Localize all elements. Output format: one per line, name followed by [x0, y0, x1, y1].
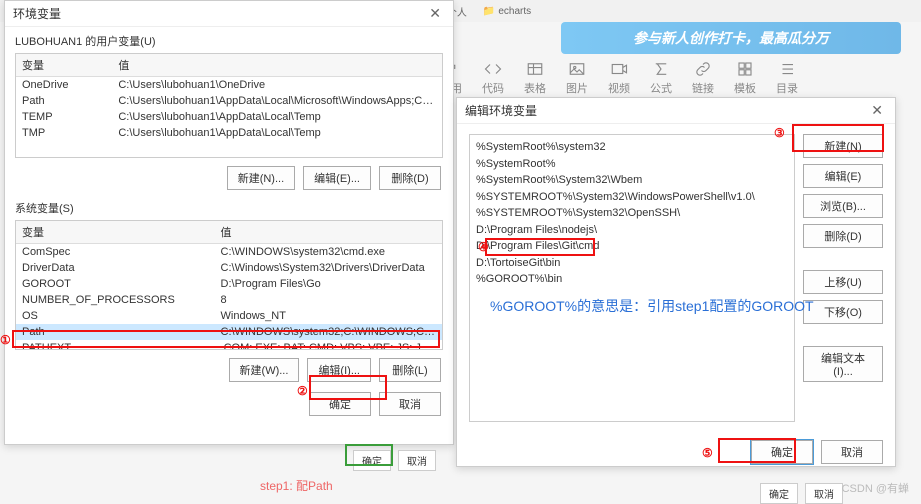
table-row[interactable]: TMPC:\Users\lubohuan1\AppData\Local\Temp — [16, 125, 442, 141]
table-row[interactable]: PATHEXT.COM;.EXE;.BAT;.CMD;.VBS;.VBE;.JS… — [16, 340, 442, 350]
list-icon[interactable]: 目录 — [776, 60, 798, 96]
environment-variables-dialog: 环境变量 ✕ LUBOHUAN1 的用户变量(U) 变量值 OneDriveC:… — [4, 0, 454, 445]
bg-cancel-button[interactable]: 取消 — [805, 483, 843, 504]
edit-button[interactable]: 编辑(E) — [803, 164, 883, 188]
promo-banner: 参与新人创作打卡，最高瓜分万 — [561, 22, 901, 54]
move-down-button[interactable]: 下移(O) — [803, 300, 883, 324]
bg-cancel-button[interactable]: 取消 — [398, 450, 436, 471]
list-item[interactable]: %SystemRoot%\system32 — [476, 139, 788, 156]
edit-text-button[interactable]: 编辑文本(I)... — [803, 346, 883, 382]
cancel-button[interactable]: 取消 — [821, 440, 883, 464]
system-vars-table[interactable]: 变量值 ComSpecC:\WINDOWS\system32\cmd.exeDr… — [15, 220, 443, 350]
edit-environment-variable-dialog: 编辑环境变量 ✕ %SystemRoot%\system32%SystemRoo… — [456, 97, 896, 467]
ok-button[interactable]: 确定 — [751, 440, 813, 464]
list-item[interactable]: D:\Program Files\Git\cmd — [476, 238, 788, 255]
bg-ok-button[interactable]: 确定 — [353, 450, 391, 471]
browse-button[interactable]: 浏览(B)... — [803, 194, 883, 218]
list-item[interactable]: %SystemRoot%\System32\Wbem — [476, 172, 788, 189]
delete-button[interactable]: 删除(D) — [803, 224, 883, 248]
table-icon[interactable]: 表格 — [524, 60, 546, 96]
table-row[interactable]: DriverDataC:\Windows\System32\Drivers\Dr… — [16, 260, 442, 276]
template-icon[interactable]: 模板 — [734, 60, 756, 96]
move-up-button[interactable]: 上移(U) — [803, 270, 883, 294]
table-row[interactable]: NUMBER_OF_PROCESSORS8 — [16, 292, 442, 308]
new-button[interactable]: 新建(N)... — [227, 166, 295, 190]
list-item[interactable]: D:\Program Files\nodejs\ — [476, 222, 788, 239]
delete-button[interactable]: 删除(L) — [379, 358, 441, 382]
editor-toolbar: 引用 代码 表格 图片 视频 公式 链接 模板 目录 — [440, 60, 901, 96]
user-vars-label: LUBOHUAN1 的用户变量(U) — [15, 33, 443, 49]
video-icon[interactable]: 视频 — [608, 60, 630, 96]
formula-icon[interactable]: 公式 — [650, 60, 672, 96]
bg-ok-button[interactable]: 确定 — [760, 483, 798, 504]
table-row[interactable]: OSWindows_NT — [16, 308, 442, 324]
new-button[interactable]: 新建(W)... — [229, 358, 300, 382]
marker-4: ④ — [478, 240, 489, 254]
marker-3: ③ — [774, 126, 785, 140]
annotation-note: %GOROOT%的意思是：引用step1配置的GOROOT — [490, 296, 814, 316]
user-vars-table[interactable]: 变量值 OneDriveC:\Users\lubohuan1\OneDriveP… — [15, 53, 443, 158]
table-row[interactable]: TEMPC:\Users\lubohuan1\AppData\Local\Tem… — [16, 109, 442, 125]
watermark: CSDN @有蝉 — [842, 480, 909, 496]
list-item[interactable]: %SystemRoot% — [476, 156, 788, 173]
cancel-button[interactable]: 取消 — [379, 392, 441, 416]
table-row[interactable]: OneDriveC:\Users\lubohuan1\OneDrive — [16, 77, 442, 94]
list-item[interactable]: D:\TortoiseGit\bin — [476, 255, 788, 272]
list-item[interactable]: %GOROOT%\bin — [476, 271, 788, 288]
close-icon[interactable]: ✕ — [867, 102, 887, 119]
marker-2: ② — [297, 384, 308, 398]
dialog-title: 编辑环境变量 — [465, 102, 537, 119]
table-row[interactable]: GOROOTD:\Program Files\Go — [16, 276, 442, 292]
new-button[interactable]: 新建(N) — [803, 134, 883, 158]
system-vars-label: 系统变量(S) — [15, 200, 443, 216]
edit-button[interactable]: 编辑(E)... — [303, 166, 371, 190]
marker-5: ⑤ — [702, 446, 713, 460]
code-icon[interactable]: 代码 — [482, 60, 504, 96]
image-icon[interactable]: 图片 — [566, 60, 588, 96]
table-row[interactable]: ComSpecC:\WINDOWS\system32\cmd.exe — [16, 244, 442, 261]
table-row[interactable]: PathC:\Users\lubohuan1\AppData\Local\Mic… — [16, 93, 442, 109]
table-row[interactable]: PathC:\WINDOWS\system32;C:\WINDOWS;C:\WI… — [16, 324, 442, 340]
browser-tab[interactable]: 📁echarts — [478, 5, 536, 18]
delete-button[interactable]: 删除(D) — [379, 166, 441, 190]
dialog-title: 环境变量 — [13, 5, 61, 22]
path-list[interactable]: %SystemRoot%\system32%SystemRoot%%System… — [469, 134, 795, 422]
list-item[interactable]: %SYSTEMROOT%\System32\WindowsPowerShell\… — [476, 189, 788, 206]
close-icon[interactable]: ✕ — [425, 5, 445, 22]
link-icon[interactable]: 链接 — [692, 60, 714, 96]
ok-button[interactable]: 确定 — [309, 392, 371, 416]
marker-1: ① — [0, 333, 11, 347]
step-caption: step1: 配Path — [260, 477, 333, 494]
edit-button[interactable]: 编辑(I)... — [307, 358, 371, 382]
list-item[interactable]: %SYSTEMROOT%\System32\OpenSSH\ — [476, 205, 788, 222]
